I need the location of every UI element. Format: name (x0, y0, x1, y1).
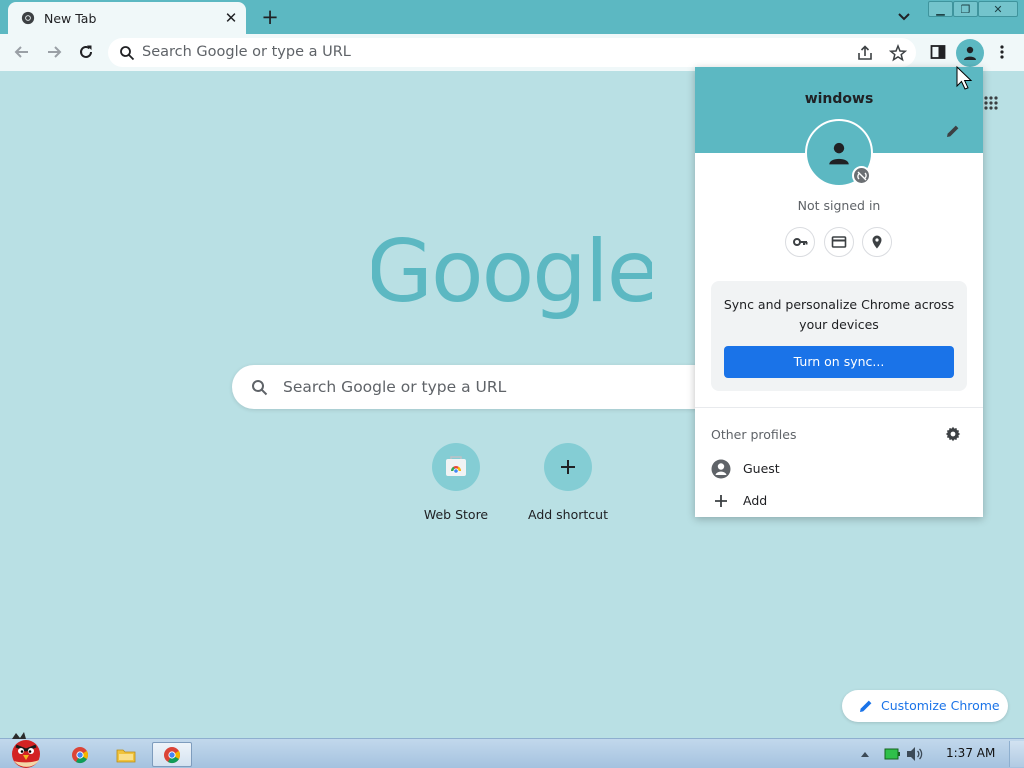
profile-row-label: Add (743, 493, 768, 508)
other-profiles-label: Other profiles (711, 427, 797, 442)
tab-title: New Tab (44, 11, 97, 26)
shortcut-add[interactable]: Add shortcut (512, 443, 624, 533)
profile-row-label: Guest (743, 461, 780, 476)
taskbar-file-explorer[interactable] (106, 742, 146, 767)
mouse-cursor-icon (956, 66, 973, 90)
bookmark-star-icon[interactable] (889, 44, 907, 62)
add-profile-row[interactable]: Add (695, 485, 983, 515)
passwords-button[interactable] (785, 227, 815, 257)
plus-icon (561, 460, 575, 474)
battery-icon[interactable] (884, 748, 900, 760)
divider (695, 407, 983, 408)
share-icon[interactable] (856, 44, 874, 62)
new-tab-button[interactable]: + (258, 5, 282, 29)
reload-button[interactable] (73, 39, 99, 65)
credit-card-icon (831, 236, 847, 248)
shortcut-label: Web Store (423, 507, 489, 522)
sign-in-status: Not signed in (797, 198, 881, 213)
side-panel-button[interactable] (925, 39, 951, 65)
taskbar-chrome-pinned[interactable] (60, 742, 100, 767)
apps-grid-icon[interactable] (983, 95, 999, 111)
profile-name: windows (804, 91, 874, 107)
sync-off-icon (856, 171, 867, 180)
back-arrow-icon (14, 46, 28, 58)
tab-new-tab[interactable]: New Tab ✕ (8, 2, 246, 34)
tray-overflow-arrow-icon[interactable] (860, 750, 870, 758)
chrome-icon (72, 746, 89, 763)
chrome-menu-button[interactable] (989, 39, 1015, 65)
toolbar: Search Google or type a URL (0, 34, 1024, 71)
person-icon (964, 46, 976, 60)
window-close-button[interactable]: ✕ (978, 1, 1018, 17)
web-store-icon (446, 456, 466, 476)
edit-pencil-icon[interactable] (945, 123, 961, 139)
ntp-search-placeholder: Search Google or type a URL (283, 378, 507, 396)
tab-search-chevron-icon[interactable] (895, 9, 913, 25)
chrome-icon (164, 746, 181, 763)
window-maximize-button[interactable]: ❐ (953, 1, 978, 17)
tab-strip: New Tab ✕ + ▁ ❐ ✕ (0, 0, 1024, 34)
side-panel-icon (930, 45, 946, 59)
omnibox[interactable]: Search Google or type a URL (108, 38, 916, 67)
volume-icon[interactable] (906, 746, 924, 762)
location-pin-icon (872, 235, 882, 249)
svg-text:Google: Google (372, 228, 652, 322)
omnibox-placeholder: Search Google or type a URL (142, 44, 351, 60)
start-button-angry-bird-icon[interactable] (2, 731, 50, 768)
profile-menu: windows Not signed in Sync and personali… (695, 67, 983, 517)
plus-icon (715, 495, 727, 507)
guest-profile-row[interactable]: Guest (695, 453, 983, 483)
search-icon (252, 380, 268, 396)
guest-avatar-icon (711, 459, 731, 479)
forward-arrow-icon (48, 46, 62, 58)
back-button[interactable] (9, 39, 35, 65)
sync-promo-text: Sync and personalize Chrome across your … (723, 297, 955, 332)
kebab-menu-icon (1000, 45, 1004, 59)
tray-clock[interactable]: 1:37 AM (946, 746, 995, 760)
sync-off-badge (852, 166, 871, 185)
key-icon (793, 238, 808, 246)
show-desktop-button[interactable] (1009, 741, 1024, 767)
tab-close-icon[interactable]: ✕ (222, 9, 240, 27)
gear-icon[interactable] (945, 426, 961, 442)
shortcut-label: Add shortcut (528, 507, 608, 522)
person-icon (829, 142, 849, 165)
folder-icon (116, 749, 136, 762)
reload-icon (80, 45, 92, 58)
taskbar-chrome-active[interactable] (152, 742, 192, 767)
profile-button[interactable] (956, 39, 984, 67)
google-logo: Google (372, 228, 652, 322)
window-minimize-button[interactable]: ▁ (928, 1, 953, 17)
pencil-icon (860, 700, 872, 712)
turn-on-sync-button[interactable]: Turn on sync... (724, 346, 954, 378)
addresses-button[interactable] (862, 227, 892, 257)
forward-button[interactable] (41, 39, 67, 65)
shortcut-web-store[interactable]: Web Store (400, 443, 512, 533)
customize-chrome-label: Customize Chrome (881, 698, 1000, 713)
payment-methods-button[interactable] (824, 227, 854, 257)
search-icon (120, 46, 135, 61)
chrome-icon (21, 11, 35, 25)
sync-promo-card: Sync and personalize Chrome across your … (711, 281, 967, 391)
taskbar: 1:37 AM (0, 732, 1024, 768)
customize-chrome-button[interactable]: Customize Chrome (842, 690, 1008, 722)
